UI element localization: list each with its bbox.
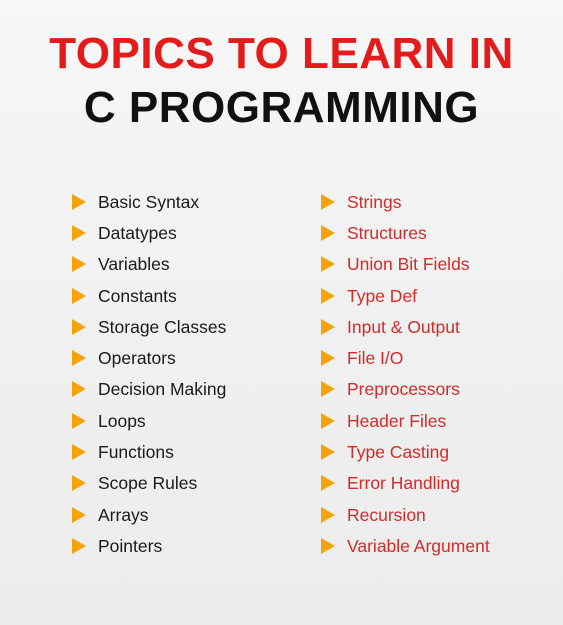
list-item: Functions [72,436,226,467]
play-triangle-icon [321,506,335,523]
infographic: TOPICS TO LEARN IN C PROGRAMMING Basic S… [0,0,563,625]
topic-label: Header Files [347,410,447,431]
topic-label: Type Casting [347,442,450,463]
play-triangle-icon [321,537,335,554]
topic-label: Strings [347,191,402,212]
list-item: Operators [72,342,226,373]
topic-label: Scope Rules [98,473,198,494]
list-item: Scope Rules [72,468,226,499]
topic-label: Basic Syntax [98,191,200,212]
play-triangle-icon [321,444,335,461]
list-item: Error Handling [321,468,490,499]
play-triangle-icon [72,444,86,461]
topic-label: Recursion [347,504,426,525]
play-triangle-icon [72,381,86,398]
topic-label: Storage Classes [98,316,227,337]
topic-label: Arrays [98,504,149,525]
list-item: Variable Argument [321,530,490,561]
topic-label: Loops [98,410,146,431]
list-item: Loops [72,405,226,436]
play-triangle-icon [72,318,86,335]
topic-label: Input & Output [347,316,460,337]
list-item: Preprocessors [321,374,490,405]
play-triangle-icon [321,193,335,210]
topic-label: Variable Argument [347,535,490,556]
play-triangle-icon [72,350,86,367]
list-item: File I/O [321,342,490,373]
list-item: Arrays [72,499,226,530]
play-triangle-icon [72,537,86,554]
topic-label: Variables [98,254,170,275]
list-item: Basic Syntax [72,186,226,217]
left-topic-list: Basic Syntax Datatypes Variables Constan… [72,186,226,562]
topic-label: Constants [98,285,177,306]
play-triangle-icon [321,412,335,429]
play-triangle-icon [321,224,335,241]
topic-label: Preprocessors [347,379,460,400]
play-triangle-icon [72,287,86,304]
list-item: Pointers [72,530,226,561]
topic-label: Type Def [347,285,418,306]
topic-label: Functions [98,442,174,463]
title-line-2: C PROGRAMMING [83,83,480,132]
play-triangle-icon [321,287,335,304]
play-triangle-icon [72,475,86,492]
topic-label: Datatypes [98,222,177,243]
list-item: Union Bit Fields [321,249,490,280]
list-item: Input & Output [321,311,490,342]
topic-label: Structures [347,222,427,243]
list-item: Structures [321,217,490,248]
play-triangle-icon [72,256,86,273]
play-triangle-icon [72,224,86,241]
right-topic-list: Strings Structures Union Bit Fields Type… [321,186,490,562]
topic-label: Operators [98,348,176,369]
play-triangle-icon [321,475,335,492]
play-triangle-icon [72,193,86,210]
list-item: Constants [72,280,226,311]
play-triangle-icon [321,381,335,398]
topic-label: Error Handling [347,473,460,494]
play-triangle-icon [321,350,335,367]
list-item: Datatypes [72,217,226,248]
list-item: Recursion [321,499,490,530]
list-item: Strings [321,186,490,217]
list-item: Storage Classes [72,311,226,342]
topic-label: Union Bit Fields [347,254,470,275]
list-item: Type Def [321,280,490,311]
topic-label: Decision Making [98,379,227,400]
list-item: Type Casting [321,436,490,467]
play-triangle-icon [72,412,86,429]
list-item: Variables [72,249,226,280]
list-item: Decision Making [72,374,226,405]
topic-label: File I/O [347,348,404,369]
title-line-1: TOPICS TO LEARN IN [49,29,514,78]
play-triangle-icon [72,506,86,523]
list-item: Header Files [321,405,490,436]
topic-label: Pointers [98,535,163,556]
play-triangle-icon [321,318,335,335]
play-triangle-icon [321,256,335,273]
